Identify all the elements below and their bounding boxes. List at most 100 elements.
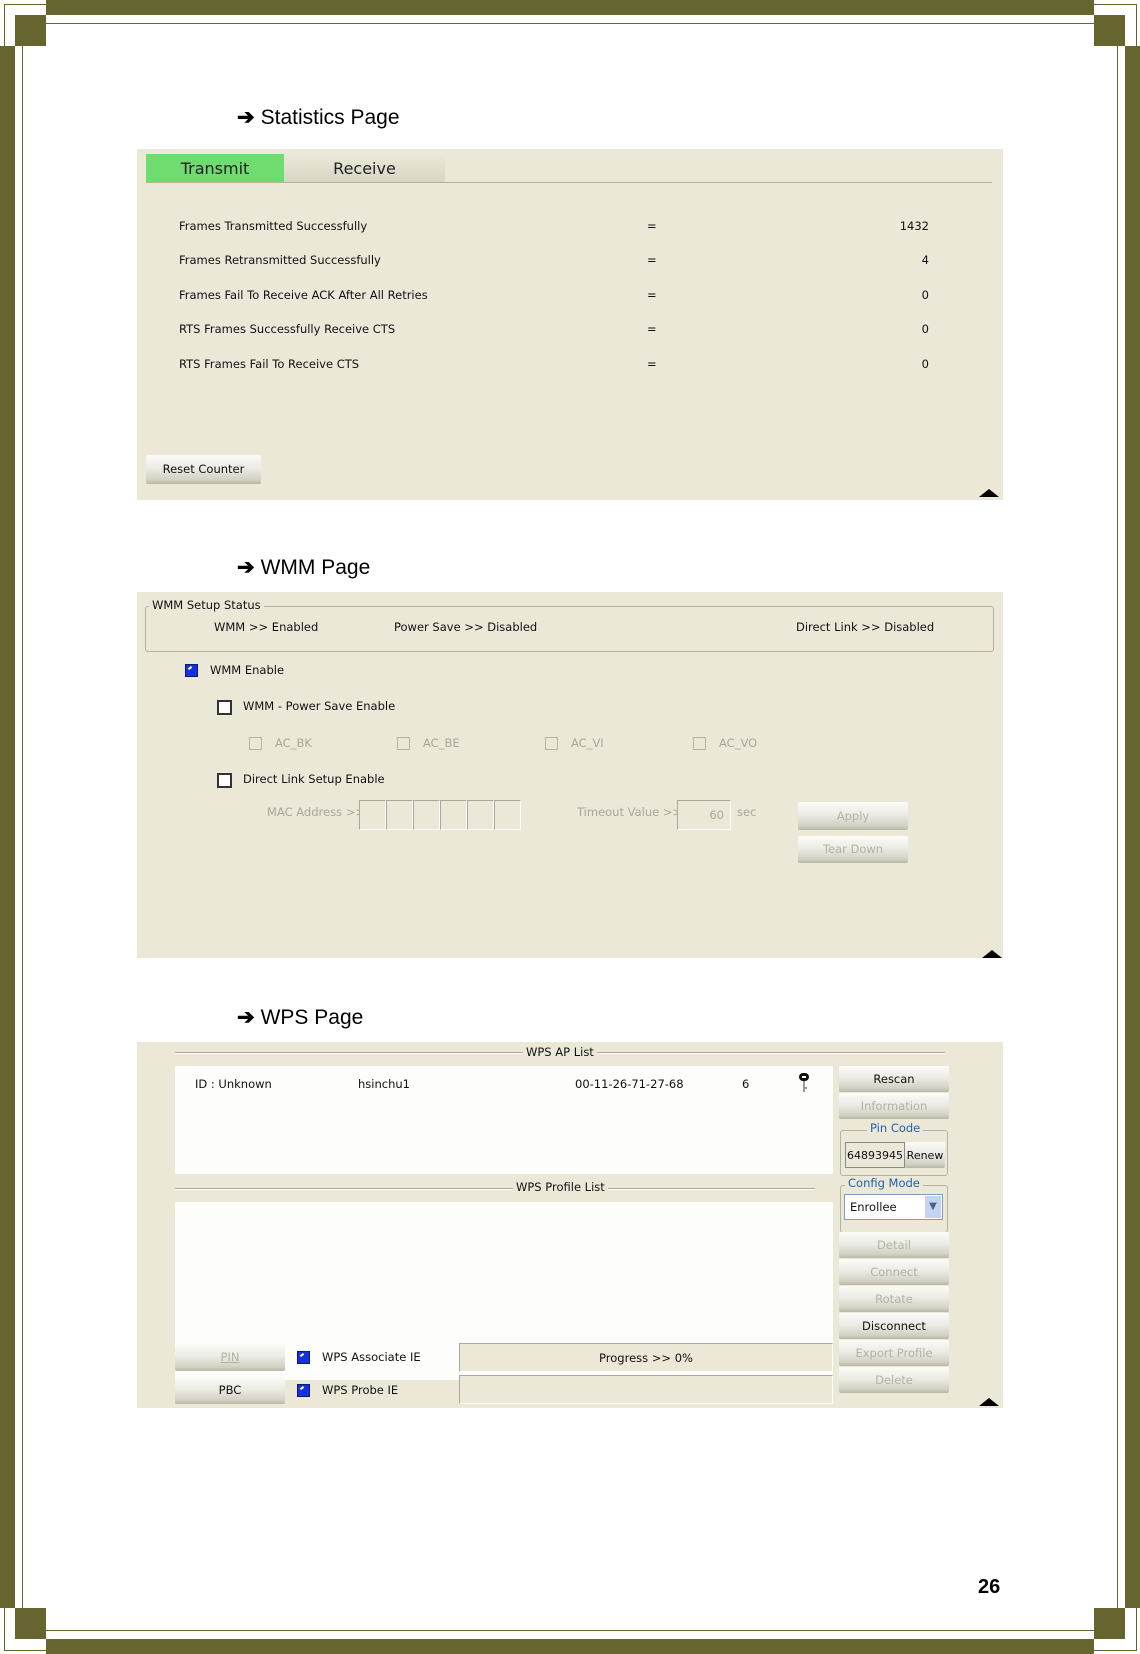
ac-vo-checkbox[interactable] [693, 737, 706, 750]
rescan-button[interactable]: Rescan [839, 1066, 949, 1092]
timeout-value-label: Timeout Value >> [577, 805, 683, 819]
timeout-unit: sec [737, 805, 757, 819]
arrow-right-icon: ➔ [237, 556, 255, 579]
mac-field-4[interactable] [440, 800, 467, 830]
ap-channel: 6 [742, 1077, 750, 1091]
config-mode-select[interactable]: Enrollee ▼ [844, 1194, 943, 1220]
ap-ssid: hsinchu1 [358, 1077, 410, 1091]
tear-down-button[interactable]: Tear Down [798, 836, 908, 863]
wps-probe-ie-checkbox[interactable] [297, 1384, 310, 1397]
apply-button[interactable]: Apply [798, 802, 908, 830]
stats-sep: = [647, 219, 657, 233]
stats-label: RTS Frames Fail To Receive CTS [179, 357, 360, 371]
information-button[interactable]: Information [839, 1093, 949, 1119]
timeout-value-input[interactable]: 60 [677, 800, 731, 830]
frame-left-bar [0, 46, 15, 1608]
wps-heading: ➔ WPS Page [237, 1005, 363, 1030]
progress-box: Progress >> 0% [459, 1343, 833, 1372]
frame-corner-tl-line [4, 4, 47, 47]
tab-receive[interactable]: Receive [284, 154, 445, 183]
config-mode-label: Config Mode [845, 1176, 923, 1190]
pbc-button[interactable]: PBC [175, 1377, 285, 1404]
wmm-status: WMM >> Enabled [214, 620, 319, 634]
profile-list-title: WPS Profile List [513, 1180, 608, 1194]
wps-heading-text: WPS Page [260, 1006, 364, 1029]
renew-button[interactable]: Renew [905, 1142, 945, 1168]
frame-inner-top-line [46, 23, 1094, 24]
frame-inner-right-line [1117, 46, 1118, 1608]
disconnect-button[interactable]: Disconnect [839, 1313, 949, 1339]
collapse-up-icon[interactable] [979, 1398, 999, 1406]
ap-id: ID : Unknown [195, 1077, 272, 1091]
arrow-right-icon: ➔ [237, 106, 255, 129]
detail-button[interactable]: Detail [839, 1232, 949, 1258]
stats-value: 4 [921, 253, 929, 267]
arrow-right-icon: ➔ [237, 1006, 255, 1029]
stats-value: 0 [921, 322, 929, 336]
stats-label: RTS Frames Successfully Receive CTS [179, 322, 396, 336]
ac-be-checkbox[interactable] [397, 737, 410, 750]
mac-field-6[interactable] [494, 800, 521, 830]
power-save-enable-checkbox[interactable] [217, 700, 232, 715]
wps-associate-ie-label: WPS Associate IE [322, 1350, 421, 1364]
stats-sep: = [647, 288, 657, 302]
stats-label: Frames Fail To Receive ACK After All Ret… [179, 288, 428, 302]
pin-code-value: 64893945 [845, 1142, 905, 1168]
connect-button[interactable]: Connect [839, 1259, 949, 1285]
profile-list-divider [175, 1188, 815, 1190]
pin-button[interactable]: PIN [175, 1344, 285, 1371]
ac-be-label: AC_BE [423, 736, 460, 750]
delete-button[interactable]: Delete [839, 1367, 949, 1393]
frame-corner-br-line [1094, 1608, 1137, 1651]
mac-field-5[interactable] [467, 800, 494, 830]
page-number: 26 [978, 1576, 1001, 1598]
mac-address-label: MAC Address >> [267, 805, 365, 819]
stats-sep: = [647, 357, 657, 371]
status-box [459, 1375, 833, 1404]
mac-field-2[interactable] [386, 800, 413, 830]
frame-inner-bottom-line [46, 1630, 1094, 1631]
direct-link-status: Direct Link >> Disabled [796, 620, 935, 634]
ac-bk-label: AC_BK [275, 736, 312, 750]
wps-panel: WPS AP List ID : Unknown hsinchu1 00-11-… [137, 1042, 1003, 1408]
stats-value: 1432 [899, 219, 929, 233]
stats-sep: = [647, 253, 657, 267]
ac-vi-label: AC_VI [571, 736, 604, 750]
power-save-enable-label: WMM - Power Save Enable [243, 699, 396, 713]
wmm-setup-status-legend: WMM Setup Status [149, 598, 264, 612]
rotate-button[interactable]: Rotate [839, 1286, 949, 1312]
frame-inner-left-line [22, 46, 23, 1608]
direct-link-enable-label: Direct Link Setup Enable [243, 772, 385, 786]
frame-corner-bl-line [4, 1608, 47, 1651]
config-mode-value: Enrollee [850, 1200, 897, 1214]
statistics-heading: ➔ Statistics Page [237, 105, 400, 130]
progress-text: Progress >> 0% [599, 1351, 693, 1365]
frame-right-bar [1125, 46, 1140, 1608]
frame-top-bar [46, 0, 1094, 15]
pin-code-label: Pin Code [867, 1121, 924, 1135]
mac-field-3[interactable] [413, 800, 440, 830]
ac-bk-checkbox[interactable] [249, 737, 262, 750]
reset-counter-button[interactable]: Reset Counter [146, 455, 261, 484]
ap-list[interactable]: ID : Unknown hsinchu1 00-11-26-71-27-68 … [175, 1066, 833, 1174]
wmm-heading-text: WMM Page [260, 556, 371, 579]
wmm-enable-checkbox[interactable] [185, 664, 198, 677]
ac-vi-checkbox[interactable] [545, 737, 558, 750]
stats-sep: = [647, 322, 657, 336]
direct-link-enable-checkbox[interactable] [217, 773, 232, 788]
stats-label: Frames Retransmitted Successfully [179, 253, 381, 267]
wmm-panel: WMM Setup Status WMM >> Enabled Power Sa… [137, 592, 1003, 958]
ap-list-title: WPS AP List [523, 1045, 597, 1059]
statistics-panel: Transmit Receive Frames Transmitted Succ… [137, 149, 1003, 500]
collapse-up-icon[interactable] [982, 950, 1002, 958]
wps-associate-ie-checkbox[interactable] [297, 1351, 310, 1364]
ac-vo-label: AC_VO [719, 736, 758, 750]
frame-bottom-bar [46, 1639, 1094, 1654]
mac-field-1[interactable] [359, 800, 386, 830]
export-profile-button[interactable]: Export Profile [839, 1340, 949, 1366]
tab-transmit[interactable]: Transmit [146, 154, 284, 183]
key-icon [797, 1072, 811, 1094]
chevron-down-icon[interactable]: ▼ [925, 1196, 941, 1218]
collapse-up-icon[interactable] [979, 489, 999, 497]
wmm-heading: ➔ WMM Page [237, 555, 370, 580]
